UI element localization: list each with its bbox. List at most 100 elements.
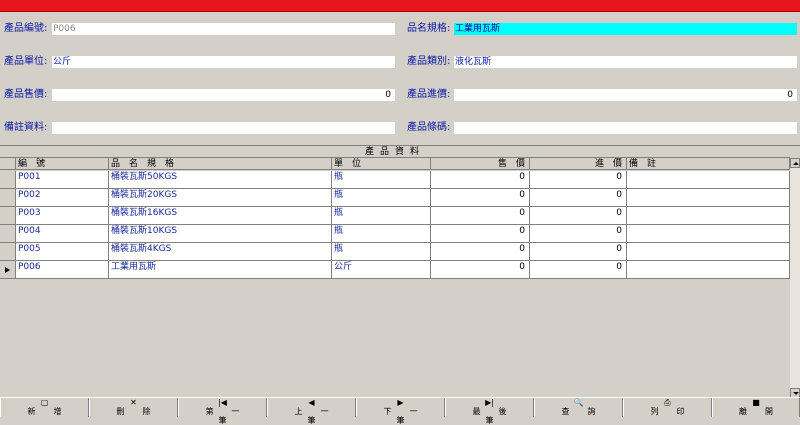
cell-code[interactable]: P001 xyxy=(16,171,109,189)
cell-unit[interactable]: 瓶 xyxy=(332,207,431,225)
cell-cost[interactable]: 0 xyxy=(530,243,627,261)
cell-spec[interactable]: 桶裝瓦斯20KGS xyxy=(109,189,332,207)
toolbar-button-label: 下一筆 xyxy=(383,407,436,425)
product-category-field[interactable]: 液化瓦斯 xyxy=(454,56,797,68)
last-record-button[interactable]: ▶| 最後筆 xyxy=(445,398,534,425)
cell-code[interactable]: P003 xyxy=(16,207,109,225)
grid-vertical-scrollbar[interactable] xyxy=(790,158,800,398)
cell-remark[interactable] xyxy=(627,171,790,189)
cell-unit[interactable]: 瓶 xyxy=(332,171,431,189)
product-cost-label: 產品進價: xyxy=(407,89,451,100)
save-disk-button[interactable]: ■ 離開 xyxy=(712,398,800,417)
cell-cost[interactable]: 0 xyxy=(530,225,627,243)
previous-record-icon: ◀ xyxy=(308,398,315,407)
grid-header-cost[interactable]: 進 價 xyxy=(530,158,627,170)
remark-field[interactable] xyxy=(52,122,395,134)
grid-header-unit[interactable]: 單 位 xyxy=(332,158,431,170)
first-record-button[interactable]: |◀ 第一筆 xyxy=(178,398,267,425)
grid-header-code[interactable]: 編 號 xyxy=(16,158,109,170)
last-record-icon: ▶| xyxy=(485,398,494,407)
row-selector[interactable] xyxy=(0,225,16,243)
table-row[interactable]: P006 工業用瓦斯 公斤 0 0 xyxy=(0,261,790,279)
delete-x-icon: ✕ xyxy=(130,398,137,407)
cell-cost[interactable]: 0 xyxy=(530,207,627,225)
row-selector[interactable] xyxy=(0,243,16,261)
scroll-down-arrow-icon xyxy=(793,392,799,395)
bottom-toolbar: ▢ 新增 ✕ 刪除 |◀ 第一筆 ◀ 上一筆 ▶ 下一筆 ▶| 最後筆 🔍 查詢 ⎙ 列印 ■ 離開 xyxy=(0,397,800,425)
row-selector[interactable] xyxy=(0,207,16,225)
product-data-grid[interactable]: 產品資料 編 號 品 名 規 格 單 位 售 價 進 價 備 註 P001 桶裝瓦… xyxy=(0,145,800,398)
row-selector[interactable] xyxy=(0,189,16,207)
title-bar xyxy=(0,0,800,12)
barcode-field[interactable] xyxy=(454,122,797,134)
cell-remark[interactable] xyxy=(627,243,790,261)
toolbar-button-label: 離開 xyxy=(739,407,791,416)
next-record-icon: ▶ xyxy=(397,398,404,407)
cell-remark[interactable] xyxy=(627,261,790,279)
toolbar-button-label: 第一筆 xyxy=(205,407,258,425)
previous-record-button[interactable]: ◀ 上一筆 xyxy=(267,398,356,425)
cell-spec[interactable]: 工業用瓦斯 xyxy=(109,261,332,279)
printer-button[interactable]: ⎙ 列印 xyxy=(623,398,712,417)
product-spec-field[interactable]: 工業用瓦斯 xyxy=(454,23,797,35)
product-code-field[interactable]: P006 xyxy=(52,23,395,35)
cell-price[interactable]: 0 xyxy=(431,243,530,261)
table-row[interactable]: P001 桶裝瓦斯50KGS 瓶 0 0 xyxy=(0,171,790,189)
save-disk-icon: ■ xyxy=(752,398,760,407)
cell-spec[interactable]: 桶裝瓦斯50KGS xyxy=(109,171,332,189)
cell-unit[interactable]: 瓶 xyxy=(332,189,431,207)
printer-icon: ⎙ xyxy=(664,398,671,407)
cell-unit[interactable]: 公斤 xyxy=(332,261,431,279)
cell-code[interactable]: P002 xyxy=(16,189,109,207)
product-category-label: 產品類別: xyxy=(407,56,451,67)
row-selector[interactable] xyxy=(0,171,16,189)
table-row[interactable]: P002 桶裝瓦斯20KGS 瓶 0 0 xyxy=(0,189,790,207)
cell-spec[interactable]: 桶裝瓦斯16KGS xyxy=(109,207,332,225)
toolbar-button-label: 列印 xyxy=(650,407,703,416)
product-unit-label: 產品單位: xyxy=(4,56,48,67)
scroll-up-button[interactable] xyxy=(790,158,800,168)
new-document-button[interactable]: ▢ 新增 xyxy=(0,398,89,417)
cell-price[interactable]: 0 xyxy=(431,189,530,207)
cell-code[interactable]: P006 xyxy=(16,261,109,279)
cell-spec[interactable]: 桶裝瓦斯10KGS xyxy=(109,225,332,243)
grid-header-selector xyxy=(0,158,16,170)
table-row[interactable]: P004 桶裝瓦斯10KGS 瓶 0 0 xyxy=(0,225,790,243)
grid-header-remark[interactable]: 備 註 xyxy=(627,158,790,170)
cell-price[interactable]: 0 xyxy=(431,207,530,225)
toolbar-button-label: 查詢 xyxy=(561,407,614,416)
cell-cost[interactable]: 0 xyxy=(530,261,627,279)
remark-label: 備註資料: xyxy=(4,122,48,133)
product-code-label: 產品編號: xyxy=(4,23,48,34)
cell-remark[interactable] xyxy=(627,207,790,225)
next-record-button[interactable]: ▶ 下一筆 xyxy=(356,398,445,425)
cell-unit[interactable]: 瓶 xyxy=(332,225,431,243)
grid-header-price[interactable]: 售 價 xyxy=(431,158,530,170)
cell-cost[interactable]: 0 xyxy=(530,171,627,189)
product-cost-field[interactable]: 0 xyxy=(454,89,797,101)
search-button[interactable]: 🔍 查詢 xyxy=(534,398,623,417)
table-row[interactable]: P005 桶裝瓦斯4KGS 瓶 0 0 xyxy=(0,243,790,261)
product-price-label: 產品售價: xyxy=(4,89,48,100)
grid-header-spec[interactable]: 品 名 規 格 xyxy=(109,158,332,170)
row-selector[interactable] xyxy=(0,261,16,279)
product-unit-field[interactable]: 公斤 xyxy=(52,56,395,68)
product-form: 產品編號: P006 品名規格: 工業用瓦斯 產品單位: 公斤 產品類別: 液化… xyxy=(0,12,800,144)
cell-price[interactable]: 0 xyxy=(431,171,530,189)
cell-code[interactable]: P005 xyxy=(16,243,109,261)
grid-caption: 產品資料 xyxy=(0,146,790,158)
toolbar-button-label: 刪除 xyxy=(116,407,169,416)
cell-code[interactable]: P004 xyxy=(16,225,109,243)
first-record-icon: |◀ xyxy=(218,398,227,407)
cell-spec[interactable]: 桶裝瓦斯4KGS xyxy=(109,243,332,261)
scroll-up-arrow-icon xyxy=(793,162,799,165)
cell-cost[interactable]: 0 xyxy=(530,189,627,207)
cell-remark[interactable] xyxy=(627,189,790,207)
delete-x-button[interactable]: ✕ 刪除 xyxy=(89,398,178,417)
cell-price[interactable]: 0 xyxy=(431,261,530,279)
cell-remark[interactable] xyxy=(627,225,790,243)
table-row[interactable]: P003 桶裝瓦斯16KGS 瓶 0 0 xyxy=(0,207,790,225)
cell-unit[interactable]: 瓶 xyxy=(332,243,431,261)
product-price-field[interactable]: 0 xyxy=(52,89,395,101)
cell-price[interactable]: 0 xyxy=(431,225,530,243)
